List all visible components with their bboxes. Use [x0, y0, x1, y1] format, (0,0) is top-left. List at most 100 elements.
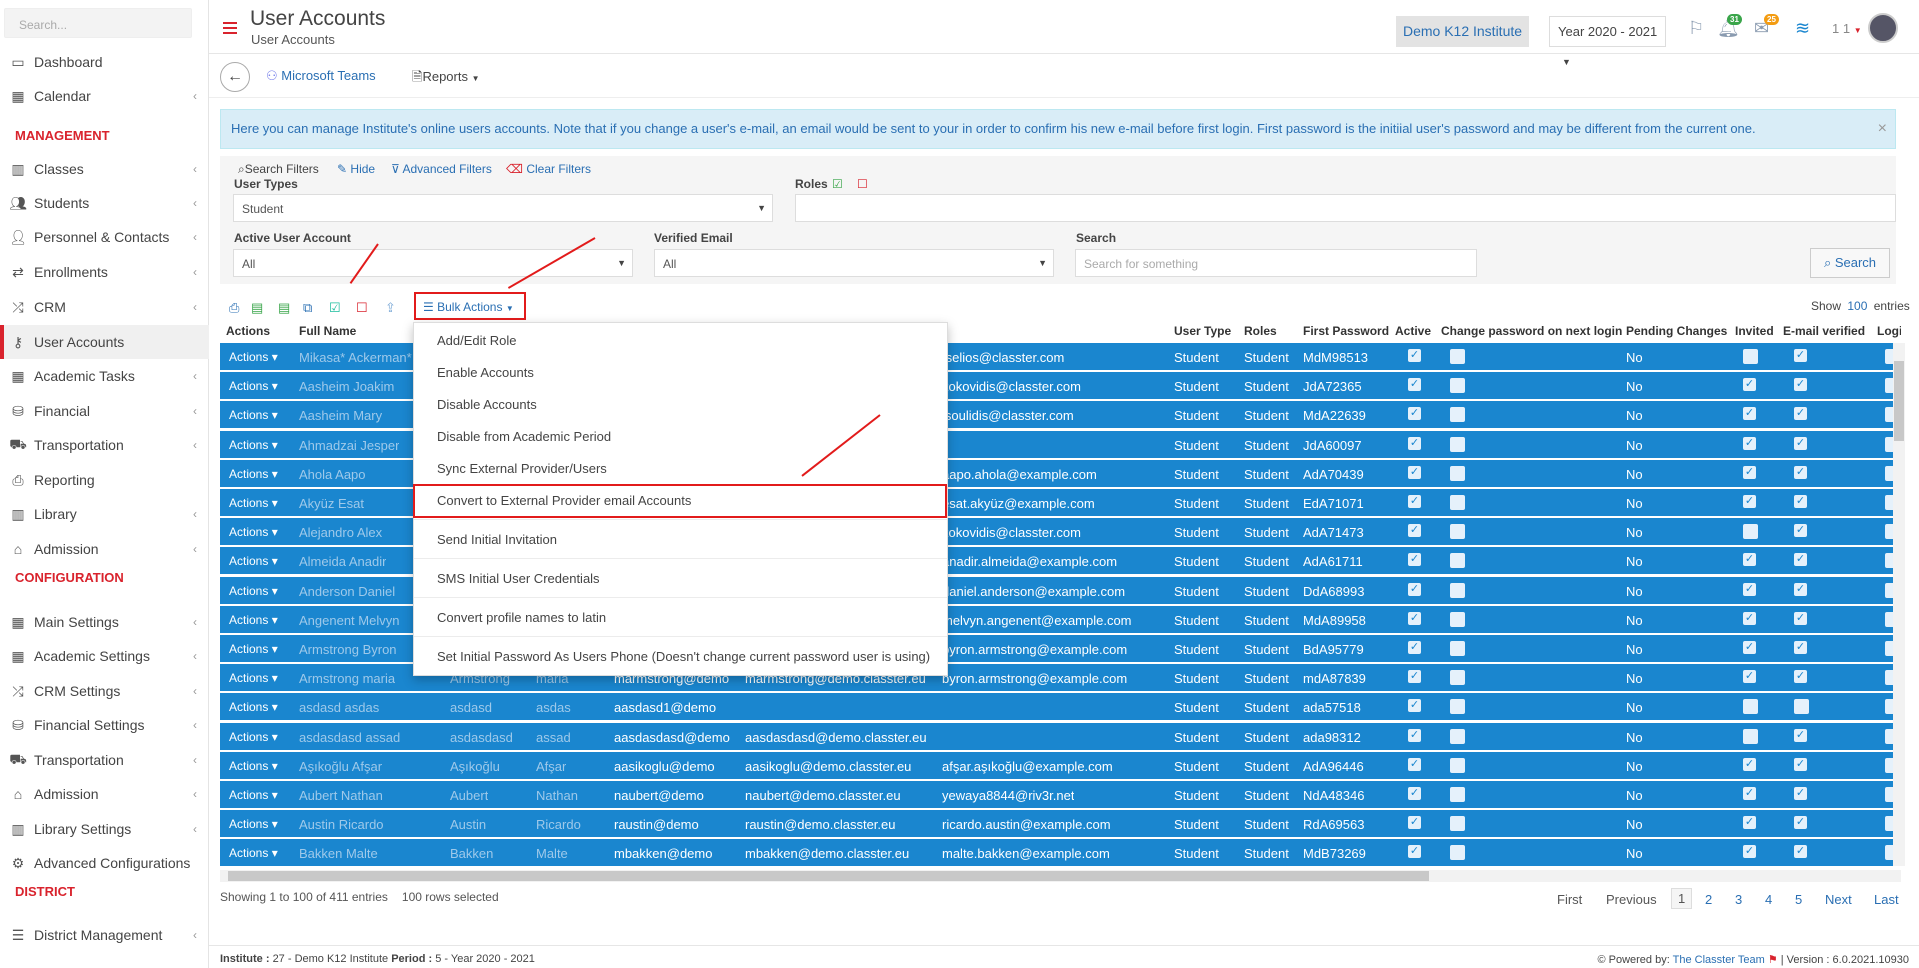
invited-checkbox[interactable]: ✓ [1743, 641, 1756, 654]
email-verified-checkbox[interactable]: ✓ [1794, 378, 1807, 392]
change-password-checkbox[interactable] [1450, 670, 1465, 686]
invited-checkbox[interactable]: ✓ [1743, 670, 1756, 684]
active-checkbox[interactable]: ✓ [1408, 582, 1421, 596]
change-password-checkbox[interactable] [1450, 436, 1465, 452]
invited-checkbox[interactable]: ✓ [1743, 757, 1756, 771]
table-row[interactable]: Actions ▾ Aubert Nathan Aubert Nathan nauber… [220, 781, 1901, 809]
change-password-checkbox[interactable] [1450, 728, 1465, 744]
active-checkbox[interactable]: ✓ [1408, 465, 1421, 479]
table-row[interactable]: Actions ▾ Austin Ricardo Austin Ricardo raus… [220, 810, 1901, 839]
search-input[interactable]: Search for something [1075, 249, 1477, 277]
export-csv-icon[interactable]: ▤ [278, 300, 290, 316]
row-actions-button[interactable]: Actions ▾ [229, 554, 278, 568]
email-verified-checkbox[interactable]: ✓ [1794, 349, 1807, 362]
column-header[interactable]: Active [1395, 324, 1431, 338]
upload-icon[interactable]: ⇪ [385, 300, 396, 316]
email-verified-checkbox[interactable]: ✓ [1794, 524, 1807, 538]
page-5-link[interactable]: 5 [1795, 892, 1802, 907]
back-button[interactable]: ← [220, 62, 250, 92]
page-3-link[interactable]: 3 [1735, 892, 1742, 907]
row-actions-button[interactable]: Actions ▾ [229, 584, 278, 598]
change-password-checkbox[interactable] [1450, 611, 1465, 627]
invited-checkbox[interactable]: ✓ [1743, 407, 1756, 421]
change-password-checkbox[interactable] [1450, 495, 1465, 510]
column-header[interactable]: Full Name [299, 324, 356, 338]
email-verified-checkbox[interactable]: ✓ [1794, 582, 1807, 596]
vertical-scrollbar[interactable] [1893, 343, 1905, 866]
sidebar-item-library[interactable]: ▥ Library ‹ [0, 497, 209, 531]
row-actions-button[interactable]: Actions ▾ [229, 700, 278, 714]
sidebar-item-admission[interactable]: ⌂ Admission ‹ [0, 777, 209, 811]
sidebar-item-dashboard[interactable]: ▭ Dashboard [0, 45, 209, 79]
active-checkbox[interactable]: ✓ [1408, 845, 1421, 859]
change-password-checkbox[interactable] [1450, 378, 1465, 394]
row-actions-button[interactable]: Actions ▾ [229, 496, 278, 510]
bulk-action-item[interactable]: Enable Accounts [414, 357, 947, 389]
table-row[interactable]: Actions ▾ asdasd asdas asdasd asdas aasdasd1… [220, 693, 1901, 722]
row-actions-button[interactable]: Actions ▾ [229, 817, 278, 831]
column-header[interactable]: Actions [226, 324, 270, 338]
flag-icon[interactable]: ⚐ [1688, 18, 1704, 39]
row-actions-button[interactable]: Actions ▾ [229, 438, 278, 452]
email-verified-checkbox[interactable]: ✓ [1794, 553, 1807, 567]
column-header[interactable]: E-mail verified [1783, 324, 1865, 338]
avatar[interactable] [1868, 13, 1898, 43]
user-types-select[interactable]: Student ▼ [233, 194, 773, 222]
bulk-action-item[interactable]: Send Initial Invitation [414, 524, 947, 556]
active-checkbox[interactable]: ✓ [1408, 553, 1421, 567]
row-actions-button[interactable]: Actions ▾ [229, 759, 278, 773]
active-user-account-select[interactable]: All ▼ [233, 249, 633, 277]
active-checkbox[interactable]: ✓ [1408, 728, 1421, 742]
row-actions-button[interactable]: Actions ▾ [229, 613, 278, 627]
change-password-checkbox[interactable] [1450, 757, 1465, 773]
verified-email-select[interactable]: All ▼ [654, 249, 1054, 277]
active-checkbox[interactable]: ✓ [1408, 816, 1421, 830]
invited-checkbox[interactable] [1743, 699, 1758, 715]
invited-checkbox[interactable] [1743, 349, 1758, 364]
sidebar-item-admission[interactable]: ⌂ Admission ‹ [0, 532, 209, 566]
change-password-checkbox[interactable] [1450, 641, 1465, 656]
page-length-select[interactable]: 100 [1847, 299, 1867, 313]
email-verified-checkbox[interactable]: ✓ [1794, 407, 1807, 421]
row-actions-button[interactable]: Actions ▾ [229, 671, 278, 685]
column-header[interactable]: Change password on next login [1441, 324, 1622, 338]
sidebar-search-input[interactable]: Search... [4, 8, 192, 38]
last-page-link[interactable]: Last [1874, 892, 1899, 907]
active-checkbox[interactable]: ✓ [1408, 524, 1421, 538]
row-actions-button[interactable]: Actions ▾ [229, 379, 278, 393]
sidebar-item-academic-tasks[interactable]: ▦ Academic Tasks ‹ [0, 359, 209, 393]
invited-checkbox[interactable]: ✓ [1743, 378, 1756, 392]
change-password-checkbox[interactable] [1450, 553, 1465, 569]
user-number[interactable]: 1 1 ▼ [1832, 21, 1862, 36]
change-password-checkbox[interactable] [1450, 582, 1465, 598]
sidebar-item-district-management[interactable]: ☰ District Management ‹ [0, 918, 209, 952]
change-password-checkbox[interactable] [1450, 465, 1465, 481]
email-verified-checkbox[interactable]: ✓ [1794, 845, 1807, 859]
active-checkbox[interactable]: ✓ [1408, 699, 1421, 713]
active-checkbox[interactable]: ✓ [1408, 495, 1421, 508]
active-checkbox[interactable]: ✓ [1408, 611, 1421, 625]
invited-checkbox[interactable]: ✓ [1743, 816, 1756, 830]
row-actions-button[interactable]: Actions ▾ [229, 642, 278, 656]
change-password-checkbox[interactable] [1450, 699, 1465, 715]
layers-icon[interactable]: ≋ [1795, 18, 1810, 39]
column-header[interactable]: Pending Changes [1626, 324, 1727, 338]
column-header[interactable]: Login S [1877, 324, 1901, 338]
copy-icon[interactable]: ⧉ [303, 300, 312, 316]
invited-checkbox[interactable]: ✓ [1743, 436, 1756, 450]
change-password-checkbox[interactable] [1450, 349, 1465, 364]
email-verified-checkbox[interactable]: ✓ [1794, 436, 1807, 450]
active-checkbox[interactable]: ✓ [1408, 407, 1421, 421]
deselect-all-icon[interactable]: ☐ [356, 300, 368, 316]
active-checkbox[interactable]: ✓ [1408, 436, 1421, 450]
bulk-actions-button[interactable]: ☰ Bulk Actions ▼ [414, 292, 526, 320]
invited-checkbox[interactable] [1743, 728, 1758, 744]
sidebar-item-personnel-contacts[interactable]: 👤︎ Personnel & Contacts ‹ [0, 220, 209, 254]
email-verified-checkbox[interactable]: ✓ [1794, 611, 1807, 625]
change-password-checkbox[interactable] [1450, 787, 1465, 802]
select-all-roles-icon[interactable]: ☑ [832, 177, 843, 191]
change-password-checkbox[interactable] [1450, 816, 1465, 832]
email-verified-checkbox[interactable]: ✓ [1794, 787, 1807, 800]
classter-team-link[interactable]: The Classter Team [1673, 954, 1765, 966]
sidebar-item-transportation[interactable]: ⛟ Transportation ‹ [0, 743, 209, 777]
